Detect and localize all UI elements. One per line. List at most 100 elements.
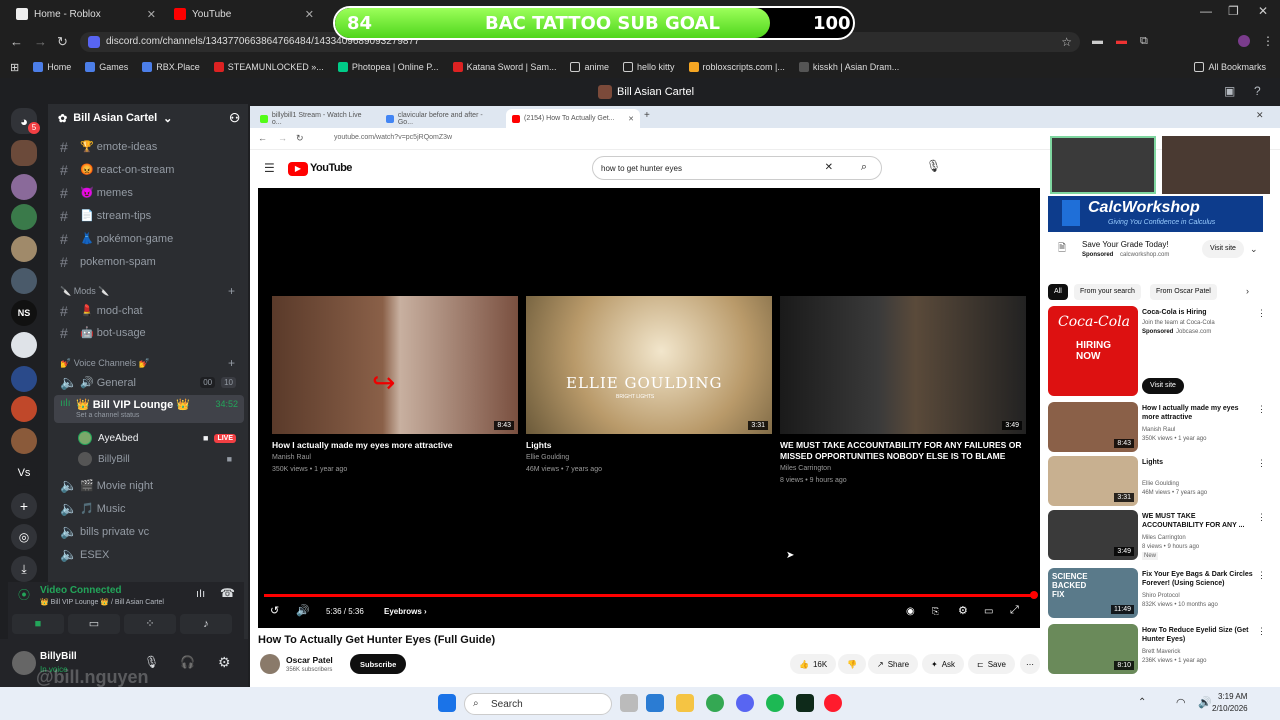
related-channel[interactable]: Ellie Goulding: [1142, 480, 1254, 488]
server-icon[interactable]: [11, 174, 37, 200]
bookmark[interactable]: RBX.Place: [142, 62, 200, 72]
bookmark-folder[interactable]: hello kitty: [622, 62, 675, 72]
apps-grid-icon[interactable]: ⊞: [10, 61, 19, 74]
forward-icon[interactable]: →: [34, 34, 47, 49]
category-mods[interactable]: 🔪 Mods 🔪: [60, 286, 109, 297]
voice-channel-esex[interactable]: 🔈 ESEX: [56, 544, 242, 565]
add-channel-icon[interactable]: +: [228, 284, 235, 298]
chevron-down-icon[interactable]: ⌄: [1250, 244, 1258, 255]
reload-icon[interactable]: ↻: [296, 133, 304, 144]
server-icon[interactable]: [11, 140, 37, 166]
close-icon[interactable]: ✕: [305, 8, 314, 21]
related-title[interactable]: WE MUST TAKE ACCOUNTABILITY FOR ANY ...: [1142, 512, 1254, 530]
related-thumbnail[interactable]: 3:31: [1048, 456, 1138, 506]
chevron-up-icon[interactable]: ⌃: [1138, 697, 1146, 708]
avatar[interactable]: [12, 651, 36, 675]
close-icon[interactable]: ✕: [147, 8, 156, 21]
promo-thumbnail[interactable]: Coca-Cola HIRING NOW: [1048, 306, 1138, 396]
related-thumbnail[interactable]: 8:10: [1048, 624, 1138, 674]
app-icon[interactable]: [796, 694, 814, 712]
reload-icon[interactable]: ↻: [57, 34, 68, 50]
chapter-button[interactable]: Eyebrows ›: [384, 607, 427, 616]
visit-site-button[interactable]: Visit site: [1202, 240, 1244, 258]
back-icon[interactable]: ←: [10, 34, 23, 49]
menu-icon[interactable]: ⋮: [1262, 34, 1274, 48]
channel-stream-tips[interactable]: # 📄 stream-tips: [56, 205, 242, 226]
voice-channel-vip-lounge[interactable]: ıılı 👑 Bill VIP Lounge 👑 34:52 Set a cha…: [54, 395, 244, 423]
close-window-icon[interactable]: ✕: [1256, 110, 1264, 121]
server-icon[interactable]: [11, 268, 37, 294]
task-view-icon[interactable]: [620, 694, 638, 712]
save-button[interactable]: ⊏ Save: [968, 654, 1015, 674]
progress-handle[interactable]: [1030, 591, 1038, 599]
related-title[interactable]: How I actually made my eyes more attract…: [1142, 404, 1254, 422]
maximize-icon[interactable]: ❐: [1228, 4, 1239, 18]
more-icon[interactable]: ⋮: [1257, 404, 1266, 415]
channel-bot-usage[interactable]: # 🤖 bot-usage: [56, 322, 242, 343]
clear-icon[interactable]: ✕: [825, 162, 833, 173]
voice-channel-general[interactable]: 🔈 🔊 General 00 10: [56, 372, 242, 393]
ask-button[interactable]: ✦ Ask: [922, 654, 965, 674]
more-actions-button[interactable]: ⋯: [1020, 654, 1040, 674]
help-icon[interactable]: ?: [1254, 84, 1261, 98]
extension-icon[interactable]: ▬: [1116, 35, 1127, 47]
youtube-search-input[interactable]: how to get hunter eyes ✕ ⌕: [592, 156, 882, 180]
volume-icon[interactable]: 🔊: [1198, 696, 1212, 709]
camera-button[interactable]: ■: [12, 614, 64, 634]
server-icon[interactable]: NS: [11, 300, 37, 326]
channel-status[interactable]: Set a channel status: [76, 412, 139, 419]
all-bookmarks[interactable]: All Bookmarks: [1194, 62, 1266, 72]
server-icon[interactable]: [11, 332, 37, 358]
inbox-icon[interactable]: ▣: [1224, 84, 1235, 98]
ad-banner[interactable]: CalcWorkshop Giving You Confidence in Ca…: [1048, 196, 1263, 232]
more-icon[interactable]: ⋮: [1257, 458, 1266, 469]
spotify-icon[interactable]: [766, 694, 784, 712]
taskbar-search[interactable]: ⌕ Search: [464, 693, 612, 715]
settings-gear-icon[interactable]: ⚙: [958, 604, 968, 617]
puzzle-icon[interactable]: ⧉: [1140, 35, 1148, 48]
chip-all[interactable]: All: [1048, 284, 1068, 300]
related-title[interactable]: Fix Your Eye Bags & Dark Circles Forever…: [1142, 570, 1254, 588]
tab-roblox[interactable]: Home - Roblox ✕: [8, 3, 164, 25]
star-icon[interactable]: ☆: [1061, 35, 1072, 49]
chip-from-channel[interactable]: From Oscar Patel: [1150, 284, 1217, 300]
progress-bar[interactable]: [264, 594, 1034, 597]
bookmark[interactable]: Home: [33, 62, 71, 72]
related-channel[interactable]: Manish Raul: [1142, 426, 1254, 434]
related-channel[interactable]: Brett Maverick: [1142, 648, 1254, 656]
add-member-icon[interactable]: ⚇: [229, 111, 240, 125]
soundboard-button[interactable]: ♪: [180, 614, 232, 634]
youtube-logo[interactable]: YouTube: [310, 162, 352, 174]
settings-gear-icon[interactable]: ⚙: [218, 654, 231, 671]
inner-tab[interactable]: clavicular before and after - Go...: [380, 109, 504, 128]
fullscreen-icon[interactable]: ⤢: [1010, 604, 1019, 617]
screen-share-button[interactable]: ▭: [68, 614, 120, 634]
bookmark-folder[interactable]: anime: [570, 62, 609, 72]
search-icon[interactable]: ⌕: [861, 161, 867, 174]
more-icon[interactable]: ⋮: [1257, 626, 1266, 637]
more-icon[interactable]: ⋮: [1257, 308, 1266, 319]
server-icon[interactable]: [11, 236, 37, 262]
bookmark[interactable]: kisskh | Asian Dram...: [798, 62, 899, 72]
bookmark[interactable]: STEAMUNLOCKED »...: [213, 62, 324, 72]
chrome-icon[interactable]: [706, 694, 724, 712]
channel-emote-ideas[interactable]: # 🏆 emote-ideas: [56, 136, 242, 157]
chevron-right-icon[interactable]: ›: [1246, 286, 1249, 296]
channel-pokemon-spam[interactable]: # pokemon-spam: [56, 251, 242, 272]
discover-icon[interactable]: ◎: [11, 524, 37, 550]
related-title[interactable]: Lights: [1142, 458, 1254, 467]
inner-tab[interactable]: billybill1 Stream - Watch Live o...: [254, 109, 378, 128]
widgets-icon[interactable]: [646, 694, 664, 712]
disconnect-icon[interactable]: ☎: [220, 586, 235, 600]
hamburger-menu-icon[interactable]: ☰: [264, 161, 275, 175]
download-icon[interactable]: ⤓: [11, 556, 37, 582]
file-explorer-icon[interactable]: [676, 694, 694, 712]
chip-from-search[interactable]: From your search: [1074, 284, 1141, 300]
add-server-icon[interactable]: +: [11, 493, 37, 519]
autoplay-toggle[interactable]: ◉: [906, 606, 915, 617]
channel-memes[interactable]: # 😈 memes: [56, 182, 242, 203]
windows-start-icon[interactable]: [438, 694, 456, 712]
server-icon[interactable]: [11, 428, 37, 454]
related-channel[interactable]: Miles Carrington: [1142, 534, 1254, 542]
add-channel-icon[interactable]: +: [228, 356, 235, 370]
